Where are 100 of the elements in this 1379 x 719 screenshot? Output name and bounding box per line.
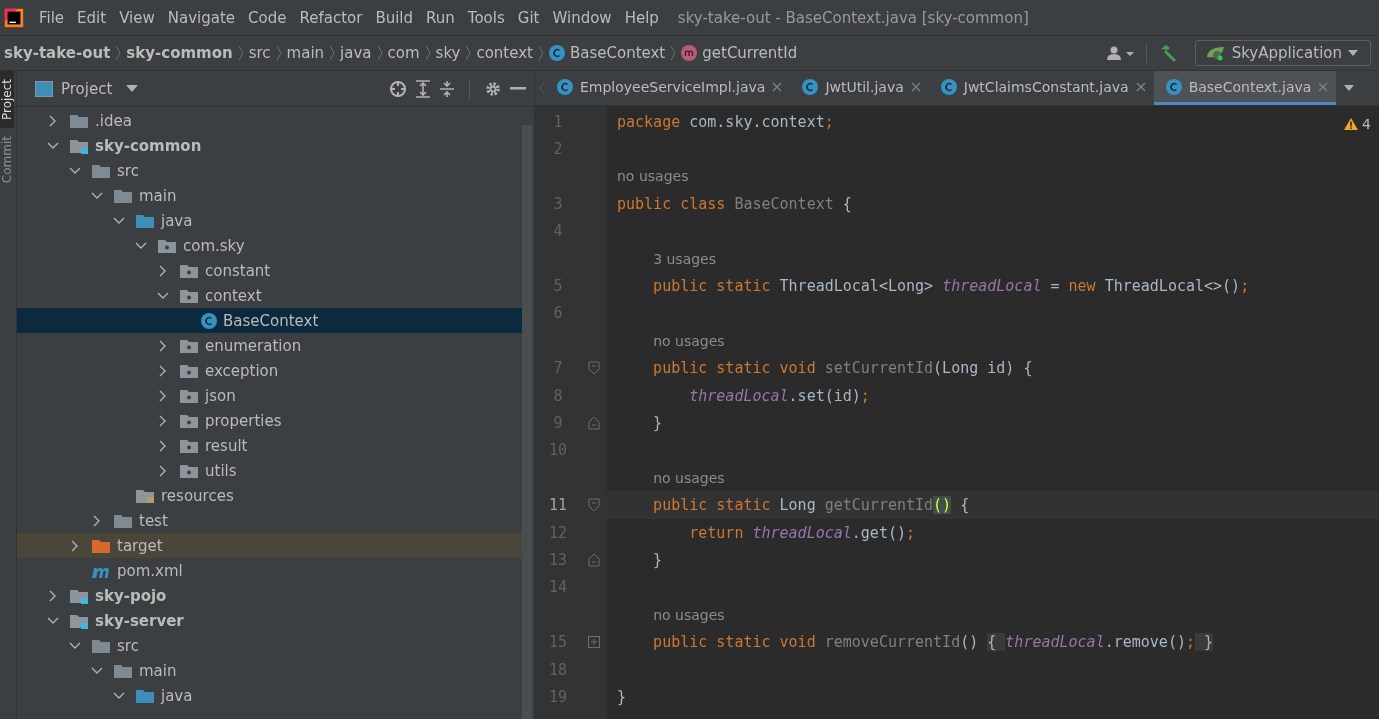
menu-item[interactable]: Code <box>248 8 287 27</box>
caret-icon[interactable] <box>1344 85 1355 91</box>
tree-item[interactable]: exception <box>17 358 522 383</box>
tree-item[interactable]: src <box>17 158 522 183</box>
menu-item[interactable]: Refactor <box>299 8 363 27</box>
chevron-icon <box>537 45 544 61</box>
tree-item[interactable]: java <box>17 208 522 233</box>
class-icon <box>802 78 819 95</box>
folder-icon <box>91 162 111 179</box>
window-title: sky-take-out - BaseContext.java [sky-common] <box>677 8 1029 27</box>
folder-icon <box>179 437 199 454</box>
class-icon <box>201 312 217 329</box>
code-line: public static void setCurrentId(Long id) { <box>652 359 1033 378</box>
chevron-icon <box>237 45 244 61</box>
tree-item[interactable]: .idea <box>17 108 522 133</box>
tree-item[interactable]: main <box>17 183 522 208</box>
fold-icon[interactable] <box>588 416 600 430</box>
expand-fold-icon[interactable] <box>588 636 600 649</box>
menu-item[interactable]: Window <box>552 8 612 27</box>
folder-icon <box>113 187 133 204</box>
folder-icon <box>179 462 199 479</box>
tree-item[interactable]: BaseContext <box>17 308 522 333</box>
tree-item[interactable]: enumeration <box>17 333 522 358</box>
folder-icon <box>179 387 199 404</box>
usage-hint[interactable]: 3 usages <box>617 250 717 267</box>
folder-icon <box>69 612 89 629</box>
menu-item[interactable]: View <box>119 8 155 27</box>
tree-item[interactable]: pom.xml <box>17 558 522 583</box>
panel-title[interactable]: Project <box>61 79 113 98</box>
menu-item[interactable]: Edit <box>77 8 107 27</box>
folder-icon <box>69 137 89 154</box>
menu-item[interactable]: Build <box>375 8 414 27</box>
tree-item[interactable]: properties <box>17 408 522 433</box>
run-configuration-dropdown[interactable]: SkyApplication <box>1194 40 1371 66</box>
folder-icon <box>91 537 111 554</box>
breadcrumb[interactable]: main <box>286 44 325 62</box>
folder-icon <box>179 262 199 279</box>
breadcrumb[interactable]: BaseContext <box>548 44 666 62</box>
tree-item[interactable]: constant <box>17 258 522 283</box>
tree-item[interactable]: sky-pojo <box>17 583 522 608</box>
tree-item[interactable]: sky-server <box>17 608 522 633</box>
tree-item[interactable]: result <box>17 433 522 458</box>
warning-indicator[interactable]: 4 <box>1344 116 1371 132</box>
menu-item[interactable]: Navigate <box>167 8 236 27</box>
editor-tab[interactable]: JwtClaimsConstant.java <box>928 71 1154 105</box>
usage-hint[interactable]: no usages <box>617 606 725 623</box>
user-icon[interactable] <box>1106 45 1135 61</box>
tree-item[interactable]: context <box>17 283 522 308</box>
panel-icon <box>35 80 53 97</box>
code-line: } <box>617 687 627 706</box>
menu-item[interactable]: Run <box>426 8 455 27</box>
breadcrumb[interactable]: java <box>340 44 372 62</box>
caret-icon <box>1348 50 1358 56</box>
usage-hint[interactable]: no usages <box>617 332 725 349</box>
tree-item[interactable]: utils <box>17 458 522 483</box>
tree-item[interactable]: sky-common <box>17 133 522 158</box>
breadcrumb[interactable]: sky <box>435 44 461 62</box>
usage-hint[interactable]: no usages <box>617 469 725 486</box>
editor-tab[interactable]: BaseContext.java <box>1153 71 1337 105</box>
editor-tab[interactable]: JwtUtil.java <box>790 71 929 105</box>
collapse-all-icon[interactable] <box>439 79 455 98</box>
breadcrumb[interactable]: getCurrentId <box>681 44 798 62</box>
menu-item[interactable]: Tools <box>467 8 505 27</box>
settings-icon[interactable] <box>484 79 502 98</box>
caret-icon[interactable] <box>126 85 139 92</box>
scrollbar[interactable] <box>522 125 532 719</box>
editor-tab[interactable]: EmployeeServiceImpl.java <box>545 71 791 105</box>
folder-icon <box>179 362 199 379</box>
breadcrumb[interactable]: sky-take-out <box>4 44 111 62</box>
menu-item[interactable]: Help <box>624 8 659 27</box>
breadcrumb[interactable]: com <box>387 44 420 62</box>
expand-all-icon[interactable] <box>415 79 431 98</box>
usage-hint[interactable]: no usages <box>617 168 689 185</box>
tool-window-tab[interactable]: Commit <box>0 128 14 192</box>
code-line: } <box>652 550 663 569</box>
breadcrumb[interactable]: context <box>476 44 533 62</box>
chevron-icon <box>424 45 431 61</box>
close-icon[interactable] <box>1135 81 1146 92</box>
tree-item[interactable]: main <box>17 658 522 683</box>
breadcrumb[interactable]: sky-common <box>126 44 233 62</box>
tree-item[interactable]: target <box>17 533 522 558</box>
tree-item[interactable]: json <box>17 383 522 408</box>
breadcrumb[interactable]: src <box>248 44 271 62</box>
fold-icon[interactable] <box>588 361 600 376</box>
tree-item[interactable]: test <box>17 508 522 533</box>
menu-item[interactable]: File <box>39 8 65 27</box>
tree-item[interactable]: java <box>17 683 522 708</box>
tree-item[interactable]: resources <box>17 483 522 508</box>
line-number: 11 <box>548 496 568 515</box>
fold-icon[interactable] <box>588 498 600 513</box>
fold-icon[interactable] <box>588 552 600 567</box>
minimize-icon[interactable] <box>510 86 526 91</box>
menu-item[interactable]: Git <box>517 8 540 27</box>
tool-window-tab[interactable]: Project <box>0 71 14 129</box>
close-icon[interactable] <box>910 81 921 92</box>
tree-item[interactable]: com.sky <box>17 233 522 258</box>
tree-item[interactable]: src <box>17 633 522 658</box>
chevron-icon <box>376 45 383 61</box>
close-icon[interactable] <box>772 81 783 92</box>
locate-icon[interactable] <box>389 79 407 98</box>
